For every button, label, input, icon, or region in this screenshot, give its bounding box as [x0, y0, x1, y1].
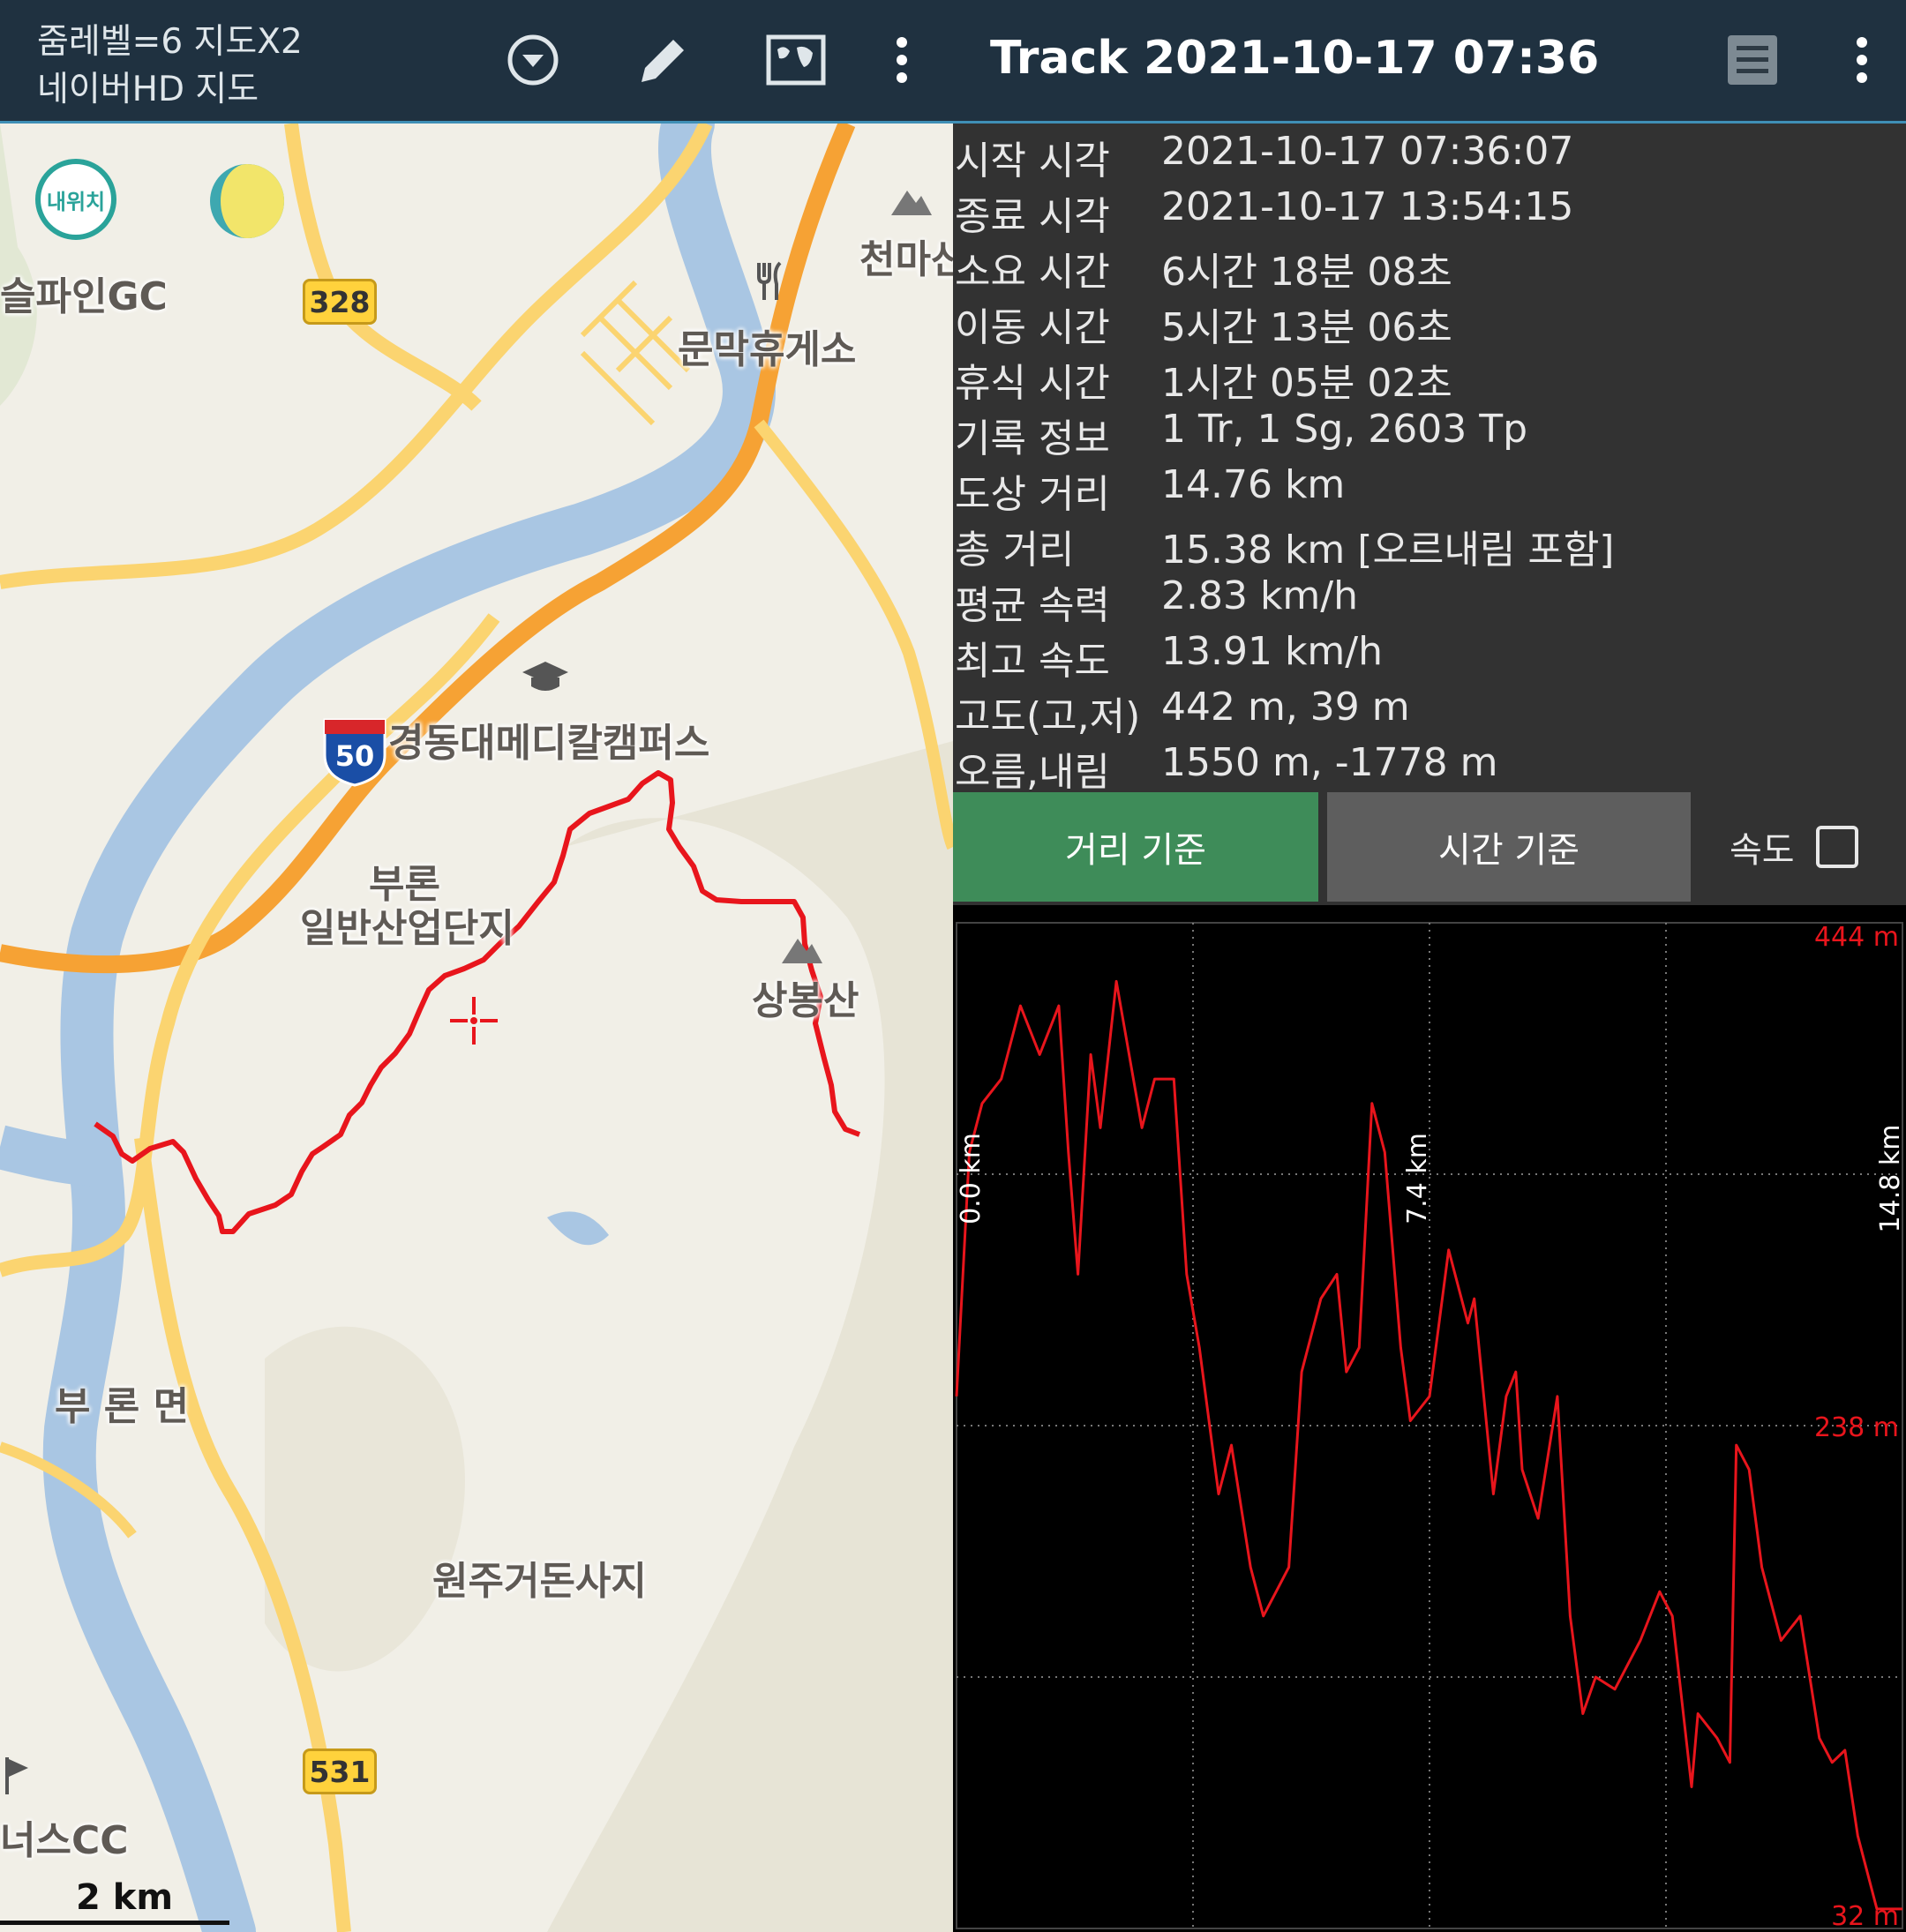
more-vert-icon[interactable] [1828, 26, 1895, 94]
track-title: Track 2021-10-17 07:36 [990, 32, 1600, 85]
stat-value: 2021-10-17 13:54:15 [1161, 184, 1574, 229]
map-scale: 2 km [0, 1877, 229, 1930]
stat-label: 휴식 시간 [955, 361, 1110, 406]
stat-label: 소요 시간 [955, 250, 1110, 295]
stat-label: 기록 정보 [955, 416, 1110, 461]
map-label-rest-area: 문막휴게소 [678, 327, 857, 372]
stat-label: 최고 속도 [955, 639, 1110, 684]
stat-label: 고도(고,저) [955, 694, 1141, 739]
mountain-icon [780, 933, 824, 965]
track-stats-panel: 시작 시각 2021-10-17 07:36:07 종료 시각 2021-10-… [953, 124, 1906, 795]
map-label-buron-myeon: 부 론 면 [55, 1384, 190, 1429]
y-tick-label: 238 m [1814, 1412, 1899, 1443]
scale-bar [0, 1921, 229, 1925]
stat-value: 13.91 km/h [1161, 629, 1384, 674]
map-label-sangbongsan: 상봉산 [752, 978, 859, 1023]
expressway-number: 50 [334, 739, 375, 773]
speed-toggle[interactable]: 속도 [1730, 819, 1858, 875]
speed-label: 속도 [1730, 830, 1795, 871]
stat-value: 1 Tr, 1 Sg, 2603 Tp [1161, 407, 1528, 452]
more-vert-icon[interactable] [868, 26, 935, 94]
map-label-industrial-complex: 일반산업단지 [300, 906, 514, 951]
tab-distance-based[interactable]: 거리 기준 [953, 792, 1318, 902]
elevation-chart[interactable]: 444 m 238 m 32 m 0.0 km 7.4 km 14.8 km [953, 905, 1906, 1932]
stat-value: 5시간 13분 06초 [1161, 305, 1452, 350]
map-label-mountain: 천마산 [859, 237, 953, 282]
stat-value: 2021-10-17 07:36:07 [1161, 129, 1574, 174]
stat-label: 평균 속력 [955, 583, 1110, 628]
x-tick-label: 7.4 km [1402, 1133, 1433, 1224]
scale-label: 2 km [76, 1877, 174, 1918]
map-label-campus: 경동대메디칼캠퍼스 [388, 721, 710, 766]
stat-label: 오름,내림 [955, 750, 1110, 795]
chart-mode-tabs: 거리 기준 시간 기준 속도 [953, 792, 1906, 905]
restaurant-icon [755, 261, 787, 302]
world-map-icon[interactable] [762, 26, 829, 94]
map-label-temple-site: 원주거돈사지 [432, 1559, 647, 1604]
tab-time-based[interactable]: 시간 기준 [1327, 792, 1691, 902]
zoom-level-text: 줌레벨=6 지도X2 [37, 22, 303, 62]
y-tick-label: 32 m [1831, 1901, 1899, 1932]
stat-value: 14.76 km [1161, 462, 1346, 507]
my-location-button[interactable]: 내위치 [35, 159, 116, 240]
map-view[interactable]: 내위치 슬파인GC 천마산 문막휴게소 경동대메디칼캠퍼스 부론 일반산업단지 … [0, 124, 953, 1932]
x-tick-label: 0.0 km [956, 1133, 987, 1224]
map-toolbar: 줌레벨=6 지도X2 네이버HD 지도 [0, 0, 953, 124]
stat-label: 종료 시각 [955, 194, 1110, 239]
speed-checkbox[interactable] [1815, 826, 1858, 868]
school-icon [521, 660, 570, 695]
map-label-country-club: 너스CC [0, 1818, 129, 1863]
list-icon[interactable] [1719, 26, 1786, 94]
map-source-text[interactable]: 네이버HD 지도 [37, 62, 259, 111]
stat-value: 15.38 km [오르내림 포함] [1161, 528, 1615, 573]
stat-value: 6시간 18분 08초 [1161, 250, 1452, 295]
stat-value: 442 m, 39 m [1161, 685, 1410, 730]
track-toolbar: Track 2021-10-17 07:36 [953, 0, 1906, 124]
golf-flag-icon [0, 1756, 35, 1796]
x-tick-label: 14.8 km [1875, 1125, 1906, 1233]
stat-value: 2.83 km/h [1161, 573, 1359, 618]
mountain-icon [889, 185, 934, 217]
expressway-shield-50: 50 [321, 716, 388, 787]
elevation-chart-svg: 444 m 238 m 32 m 0.0 km 7.4 km 14.8 km [955, 922, 1906, 1932]
road-badge-328: 328 [303, 279, 377, 325]
stat-value: 1550 m, -1778 m [1161, 740, 1498, 785]
stat-label: 총 거리 [955, 528, 1075, 573]
map-label-golf-club: 슬파인GC [0, 274, 168, 319]
stat-value: 1시간 05분 02초 [1161, 361, 1452, 406]
stat-label: 시작 시각 [955, 139, 1110, 183]
stat-label: 이동 시간 [955, 305, 1110, 350]
stat-label: 도상 거리 [955, 472, 1110, 517]
road-badge-531: 531 [303, 1749, 377, 1794]
map-center-crosshair-icon [450, 997, 498, 1045]
chevron-down-circle-icon[interactable] [499, 26, 567, 94]
pencil-icon[interactable] [630, 26, 697, 94]
sun-overlay-icon[interactable] [205, 159, 289, 243]
y-tick-label: 444 m [1814, 922, 1899, 953]
